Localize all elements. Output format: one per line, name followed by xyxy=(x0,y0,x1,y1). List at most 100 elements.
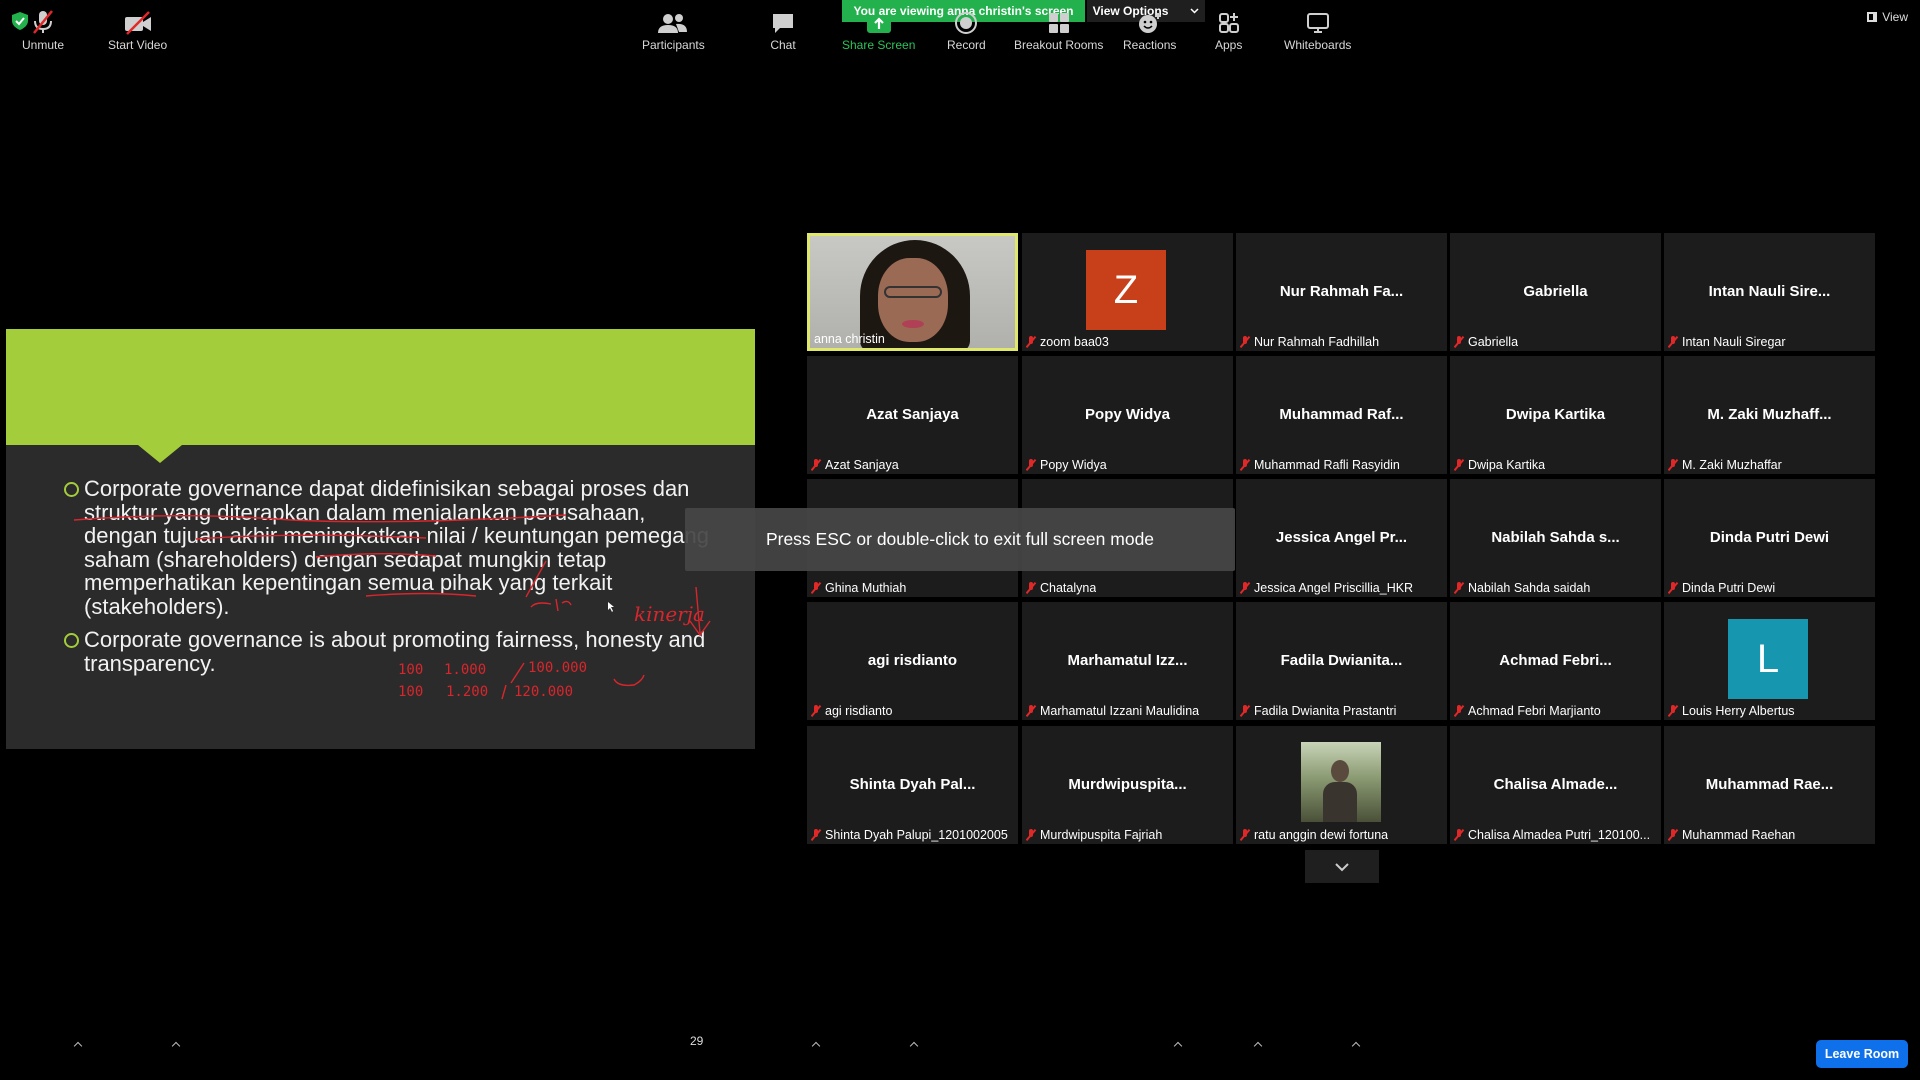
participant-tile[interactable]: Azat Sanjaya Azat Sanjaya xyxy=(807,356,1018,474)
chevron-down-icon xyxy=(1335,862,1349,871)
mic-muted-icon xyxy=(1454,582,1464,594)
share-screen-button[interactable]: Share Screen xyxy=(842,9,915,52)
start-video-button[interactable]: Start Video xyxy=(108,9,167,52)
participant-tile[interactable]: Muhammad Rae... Muhammad Raehan xyxy=(1664,726,1875,844)
participant-name-label: Dwipa Kartika xyxy=(1454,458,1545,472)
participant-tile[interactable]: Achmad Febri... Achmad Febri Marjianto xyxy=(1450,602,1661,720)
participant-display-name: Chalisa Almade... xyxy=(1493,776,1618,793)
mic-muted-icon xyxy=(1026,459,1036,471)
chevron-down-icon xyxy=(1190,8,1199,14)
shared-screen-slide: Corporate governance dapat didefinisikan… xyxy=(6,329,755,749)
participant-tile[interactable]: Dwipa Kartika Dwipa Kartika xyxy=(1450,356,1661,474)
participant-tile[interactable]: Murdwipuspita... Murdwipuspita Fajriah xyxy=(1022,726,1233,844)
apps-label: Apps xyxy=(1215,38,1243,52)
participant-name: Gabriella xyxy=(1468,335,1519,349)
participant-tile[interactable]: Nabilah Sahda s... Nabilah Sahda saidah xyxy=(1450,479,1661,597)
share-options-caret[interactable] xyxy=(910,1041,918,1049)
participant-tile[interactable]: Marhamatul Izz... Marhamatul Izzani Mauli… xyxy=(1022,602,1233,720)
participant-display-name: Muhammad Rae... xyxy=(1705,776,1834,793)
slide-bullet-list: Corporate governance dapat didefinisikan… xyxy=(64,477,714,685)
participant-profile-photo xyxy=(1301,742,1381,822)
participant-tile[interactable]: ratu anggin dewi fortuna xyxy=(1236,726,1447,844)
participant-tile[interactable]: Zzoom baa03 xyxy=(1022,233,1233,351)
view-layout-icon xyxy=(1867,12,1878,22)
reactions-options-caret[interactable] xyxy=(1174,1041,1182,1049)
participant-display-name: Murdwipuspita... xyxy=(1068,776,1187,793)
whiteboards-button[interactable]: Whiteboards xyxy=(1284,9,1351,52)
record-button[interactable]: Record xyxy=(947,9,986,52)
apps-button[interactable]: Apps xyxy=(1215,9,1242,52)
participant-tile[interactable]: Intan Nauli Sire... Intan Nauli Siregar xyxy=(1664,233,1875,351)
participant-avatar: L xyxy=(1728,619,1808,699)
annotation-number: 120.000 xyxy=(514,684,573,700)
mic-muted-icon xyxy=(1668,705,1678,717)
mic-muted-icon xyxy=(1026,705,1036,717)
share-screen-label: Share Screen xyxy=(842,38,916,52)
breakout-rooms-icon xyxy=(1048,13,1069,33)
participant-name-label: anna christin xyxy=(814,332,885,346)
participant-display-name: Muhammad Raf... xyxy=(1279,406,1404,423)
chat-button[interactable]: Chat xyxy=(770,9,796,52)
slide-header-notch xyxy=(138,445,182,463)
participant-tile[interactable]: Shinta Dyah Pal... Shinta Dyah Palupi_120… xyxy=(807,726,1018,844)
participant-display-name: Jessica Angel Pr... xyxy=(1275,529,1408,546)
breakout-rooms-button[interactable]: Breakout Rooms xyxy=(1014,9,1103,52)
participant-avatar: Z xyxy=(1086,250,1166,330)
participant-name: Achmad Febri Marjianto xyxy=(1468,704,1601,718)
participant-name: Muhammad Raehan xyxy=(1682,828,1796,842)
participant-tile[interactable]: L Louis Herry Albertus xyxy=(1664,602,1875,720)
chat-label: Chat xyxy=(770,38,796,52)
video-options-caret[interactable] xyxy=(172,1041,180,1049)
view-button[interactable]: View xyxy=(1867,10,1908,24)
participant-tile[interactable]: Popy Widya Popy Widya xyxy=(1022,356,1233,474)
chat-options-caret[interactable] xyxy=(812,1041,820,1049)
participant-tile[interactable]: Chalisa Almade... Chalisa Almadea Putri_1… xyxy=(1450,726,1661,844)
mic-muted-icon xyxy=(1240,459,1250,471)
participant-tile[interactable]: Gabriella Gabriella xyxy=(1450,233,1661,351)
gallery-next-page-button[interactable] xyxy=(1305,850,1379,883)
audio-options-caret[interactable] xyxy=(74,1041,82,1049)
participant-tile[interactable]: Fadila Dwianita... Fadila Dwianita Prasta… xyxy=(1236,602,1447,720)
participant-display-name: Nur Rahmah Fa... xyxy=(1279,283,1404,300)
mic-muted-icon xyxy=(811,459,821,471)
participant-name-label: Achmad Febri Marjianto xyxy=(1454,704,1601,718)
participant-name: Louis Herry Albertus xyxy=(1682,704,1795,718)
participant-name-label: ratu anggin dewi fortuna xyxy=(1240,828,1388,842)
participant-name: Chalisa Almadea Putri_120100... xyxy=(1468,828,1651,842)
participant-name-label: Nur Rahmah Fadhillah xyxy=(1240,335,1379,349)
unmute-button[interactable]: Unmute xyxy=(22,9,64,52)
mic-muted-icon xyxy=(1240,829,1250,841)
participant-name: Fadila Dwianita Prastantri xyxy=(1254,704,1397,718)
participant-name-label: Murdwipuspita Fajriah xyxy=(1026,828,1162,842)
participant-tile[interactable]: Muhammad Raf... Muhammad Rafli Rasyidin xyxy=(1236,356,1447,474)
participant-name: Dwipa Kartika xyxy=(1468,458,1546,472)
mic-muted-icon xyxy=(1240,336,1250,348)
participant-name-label: Shinta Dyah Palupi_1201002005 xyxy=(811,828,1008,842)
exit-fullscreen-toast: Press ESC or double-click to exit full s… xyxy=(685,508,1235,571)
participant-display-name: Fadila Dwianita... xyxy=(1280,652,1403,669)
mic-muted-icon xyxy=(1240,582,1250,594)
reactions-button[interactable]: Reactions xyxy=(1123,9,1176,52)
whiteboards-options-caret[interactable] xyxy=(1352,1041,1360,1049)
participant-display-name: Azat Sanjaya xyxy=(866,406,959,423)
participant-tile[interactable]: Nur Rahmah Fa... Nur Rahmah Fadhillah xyxy=(1236,233,1447,351)
mic-muted-icon xyxy=(811,829,821,841)
start-video-label: Start Video xyxy=(108,38,168,52)
participant-tile[interactable]: Dinda Putri Dewi Dinda Putri Dewi xyxy=(1664,479,1875,597)
slide-header-band xyxy=(6,329,755,445)
participant-tile[interactable]: anna christin xyxy=(807,233,1018,351)
mic-muted-icon xyxy=(811,582,821,594)
participant-display-name: Shinta Dyah Pal... xyxy=(849,776,976,793)
participants-label: Participants xyxy=(642,38,705,52)
reactions-icon xyxy=(1138,13,1161,33)
leave-room-button[interactable]: Leave Room xyxy=(1816,1040,1908,1068)
participant-tile[interactable]: agi risdianto agi risdianto xyxy=(807,602,1018,720)
participant-tile[interactable]: M. Zaki Muzhaff... M. Zaki Muzhaffar xyxy=(1664,356,1875,474)
participant-display-name: Dinda Putri Dewi xyxy=(1709,529,1830,546)
participant-display-name: Achmad Febri... xyxy=(1499,652,1612,669)
participant-name: Intan Nauli Siregar xyxy=(1682,335,1786,349)
apps-options-caret[interactable] xyxy=(1254,1041,1262,1049)
participant-tile[interactable]: Jessica Angel Pr... Jessica Angel Priscil… xyxy=(1236,479,1447,597)
participants-button[interactable]: Participants xyxy=(642,9,705,52)
mic-muted-icon xyxy=(1668,829,1678,841)
